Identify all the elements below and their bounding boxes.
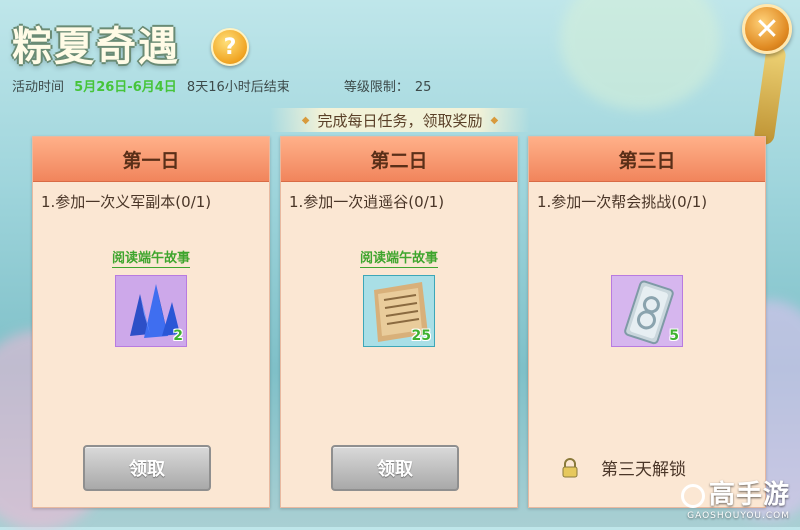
- task-banner: ◆ 完成每日任务，领取奖励 ◆: [270, 108, 530, 132]
- day-cards: 第一日 1.参加一次义军副本(0/1) 阅读端午故事 2 领取 第二日 1.参加…: [32, 136, 768, 508]
- unlock-status: 第三天解锁: [561, 455, 686, 480]
- unlock-text: 第三天解锁: [601, 460, 686, 480]
- reward-count: 5: [669, 328, 679, 344]
- reward-item[interactable]: 5: [611, 275, 683, 347]
- task-text: 1.参加一次义军副本(0/1): [41, 193, 212, 211]
- reward-count: 25: [411, 328, 431, 344]
- read-story-label: 阅读端午故事: [359, 251, 438, 268]
- banner-text: 完成每日任务，领取奖励: [317, 111, 483, 130]
- level-limit-label: 等级限制：: [343, 80, 409, 95]
- diamond-icon: ◆: [301, 114, 310, 126]
- activity-info: 活动时间 5月26日-6月4日 8天16小时后结束 等级限制： 25: [12, 76, 437, 95]
- watermark: 高手游 GAOSHOUYOU.COM: [680, 474, 790, 521]
- lock-icon: [562, 457, 578, 477]
- card-header: 第三日: [529, 137, 765, 182]
- brand-logo-icon: [680, 483, 705, 508]
- card-header: 第二日: [281, 137, 517, 182]
- reward-item[interactable]: 2: [115, 275, 187, 347]
- header: 粽夏奇遇 ? ✕ 活动时间 5月26日-6月4日 8天16小时后结束 等级限制：…: [0, 0, 800, 146]
- diamond-icon: ◆: [490, 114, 499, 126]
- day-card-3: 第三日 1.参加一次帮会挑战(0/1) 5 第三天解锁: [528, 136, 766, 508]
- task-text: 1.参加一次逍遥谷(0/1): [289, 193, 445, 211]
- gold-ornament: [753, 44, 787, 146]
- read-story-link[interactable]: 阅读端午故事: [33, 247, 269, 268]
- activity-time-label: 活动时间: [12, 80, 65, 95]
- activity-dates: 5月26日-6月4日: [74, 80, 177, 95]
- read-story-label: 阅读端午故事: [111, 251, 190, 268]
- day-card-1: 第一日 1.参加一次义军副本(0/1) 阅读端午故事 2 领取: [32, 136, 270, 508]
- claim-button[interactable]: 领取: [331, 445, 459, 491]
- close-icon: ✕: [754, 11, 780, 47]
- page-title: 粽夏奇遇: [12, 24, 180, 70]
- watermark-name: 高手游: [708, 480, 790, 510]
- day-card-2: 第二日 1.参加一次逍遥谷(0/1) 阅读端午故事 25 领取: [280, 136, 518, 508]
- level-limit-value: 25: [414, 80, 432, 95]
- card-header: 第一日: [33, 137, 269, 182]
- claim-button[interactable]: 领取: [83, 445, 211, 491]
- reward-count: 2: [173, 328, 183, 344]
- question-icon: ?: [223, 34, 237, 60]
- close-button[interactable]: ✕: [742, 4, 792, 54]
- task-text: 1.参加一次帮会挑战(0/1): [537, 193, 708, 211]
- time-remaining: 8天16小时后结束: [186, 80, 290, 95]
- read-story-link[interactable]: 阅读端午故事: [281, 247, 517, 268]
- reward-item[interactable]: 25: [363, 275, 435, 347]
- watermark-url: GAOSHOUYOU.COM: [687, 511, 790, 521]
- help-button[interactable]: ?: [211, 28, 249, 66]
